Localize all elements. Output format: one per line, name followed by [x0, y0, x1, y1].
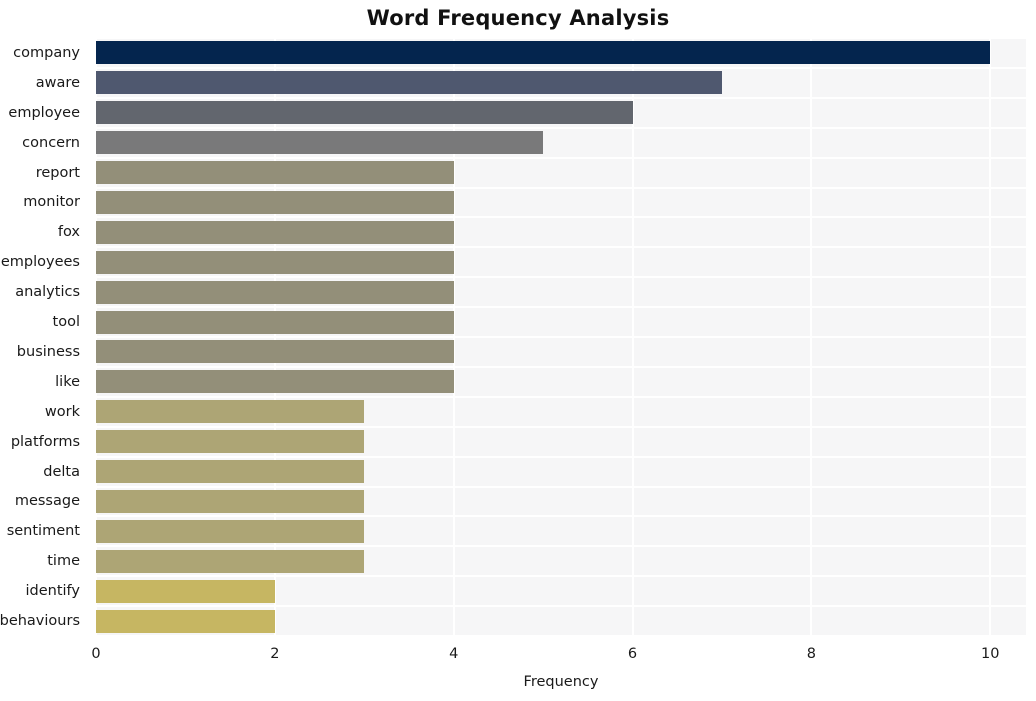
bar — [96, 579, 275, 603]
gridline-horizontal — [96, 38, 1026, 39]
x-axis-tick-labels: 0 2 4 6 8 10 — [91, 646, 1026, 668]
y-axis-tick-label: time — [47, 553, 80, 570]
chart-title: Word Frequency Analysis — [366, 6, 670, 30]
y-axis-tick-label: company — [13, 44, 80, 61]
bar — [96, 489, 365, 513]
x-axis-tick-label: 8 — [806, 646, 816, 662]
y-axis-tick-label: identify — [25, 583, 81, 600]
bar — [96, 370, 454, 394]
bar — [96, 549, 365, 573]
y-axis-tick-label: tool — [52, 314, 80, 331]
x-axis-tick-label: 0 — [91, 646, 101, 662]
gridline-horizontal — [96, 365, 1026, 368]
y-axis-tick-label: employee — [8, 104, 80, 121]
bar — [96, 220, 454, 244]
y-axis-tick-label: aware — [35, 74, 80, 91]
x-axis-tick-label: 6 — [627, 646, 638, 662]
y-axis-tick-label: fox — [57, 224, 80, 241]
x-axis-tick-label: 10 — [980, 646, 1000, 662]
gridline-vertical — [452, 38, 455, 636]
y-axis-tick-label: like — [55, 373, 80, 390]
y-axis-tick-label: platforms — [10, 433, 80, 450]
y-axis-tick-label: business — [16, 343, 80, 360]
y-axis-tick-label: sentiment — [6, 523, 80, 540]
bar — [96, 71, 722, 95]
gridline-horizontal — [96, 216, 1026, 219]
plot-area — [96, 38, 1026, 636]
gridline-horizontal — [96, 66, 1026, 69]
gridline-horizontal — [96, 126, 1026, 129]
gridline-vertical — [989, 38, 992, 636]
y-axis-tick-label: work — [44, 403, 80, 420]
gridline-horizontal — [96, 156, 1026, 159]
y-axis-tick-label: behaviours — [0, 613, 80, 630]
bar — [96, 460, 365, 484]
gridline-horizontal — [96, 186, 1026, 189]
y-axis-tick-label: monitor — [23, 194, 80, 211]
bar — [96, 609, 275, 633]
y-axis-tick-label: delta — [43, 463, 80, 480]
gridline-vertical — [273, 38, 276, 636]
bar — [96, 400, 365, 424]
gridline-vertical — [810, 38, 813, 636]
bar — [96, 101, 633, 125]
gridline-horizontal — [96, 485, 1026, 488]
x-axis-title: Frequency — [523, 674, 599, 690]
bar — [96, 250, 454, 274]
gridline-horizontal — [96, 515, 1026, 518]
gridline-vertical — [96, 38, 97, 636]
bar — [96, 161, 454, 185]
y-axis-tick-label: analytics — [15, 284, 80, 301]
gridline-horizontal — [96, 96, 1026, 99]
bar — [96, 131, 544, 155]
gridline-horizontal — [96, 635, 1026, 636]
y-axis-tick-label: report — [35, 164, 80, 181]
bar — [96, 430, 365, 454]
x-axis-tick-label: 2 — [270, 646, 280, 662]
y-axis-tick-label: employees — [0, 254, 80, 271]
gridline-horizontal — [96, 605, 1026, 608]
gridline-horizontal — [96, 246, 1026, 249]
y-axis-tick-label: message — [14, 493, 80, 510]
bar — [96, 310, 454, 334]
gridline-vertical — [631, 38, 634, 636]
bar — [96, 280, 454, 304]
gridline-horizontal — [96, 306, 1026, 309]
gridline-horizontal — [96, 395, 1026, 398]
y-axis-tick-labels: company aware employee concern report monitor… — [0, 38, 88, 636]
bar — [96, 340, 454, 364]
word-frequency-chart: Word Frequency Analysis company aware empl… — [0, 0, 1036, 701]
gridline-horizontal — [96, 545, 1026, 548]
y-axis-tick-label: concern — [22, 134, 80, 151]
gridline-horizontal — [96, 276, 1026, 279]
gridline-horizontal — [96, 425, 1026, 428]
bar — [96, 41, 991, 65]
x-axis-tick-label: 4 — [449, 646, 459, 662]
gridline-horizontal — [96, 455, 1026, 458]
bar — [96, 519, 365, 543]
gridline-horizontal — [96, 575, 1026, 578]
gridline-horizontal — [96, 336, 1026, 338]
bar — [96, 190, 454, 214]
